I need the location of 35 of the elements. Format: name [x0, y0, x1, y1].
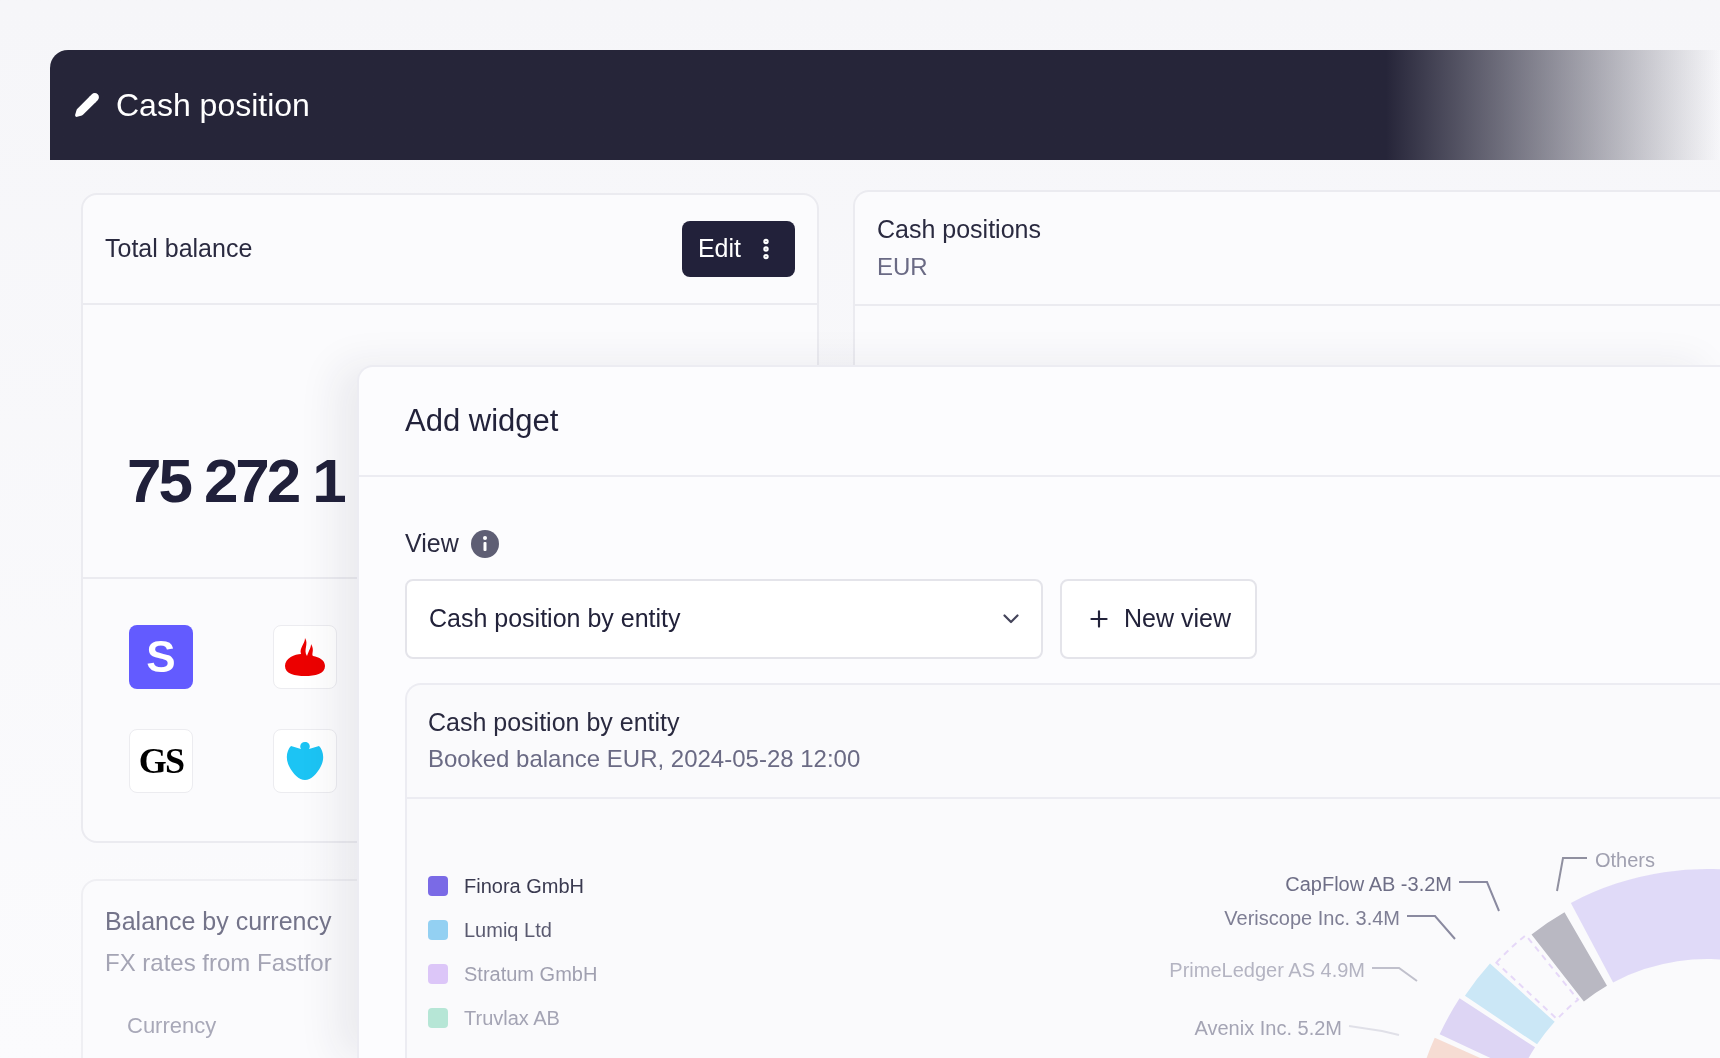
- new-view-button[interactable]: New view: [1060, 578, 1257, 659]
- field-label: View: [405, 528, 459, 559]
- chart-callout-label: Veriscope Inc. 3.4M: [1224, 905, 1400, 931]
- card-subtitle: EUR: [877, 251, 929, 282]
- chart-callout-label: Others: [1595, 847, 1656, 873]
- bank-logo: GS: [129, 729, 193, 793]
- legend-label: Lumiq Ltd: [464, 917, 552, 943]
- info-icon[interactable]: [470, 529, 499, 558]
- column-header: Currency: [127, 1011, 217, 1040]
- card-subtitle: FX rates from Fastfor: [105, 947, 332, 978]
- leader-line: [1556, 856, 1588, 892]
- leader-line: [1406, 914, 1456, 940]
- leader-line: [1348, 1024, 1400, 1036]
- chevron-down-icon: [1003, 613, 1019, 624]
- leader-line: [1458, 880, 1500, 912]
- card-title: Cash position by entity: [428, 706, 681, 738]
- bank-logo: S: [129, 625, 193, 689]
- eagle-logo-icon: [285, 740, 325, 782]
- total-amount: 75 272 1: [127, 445, 344, 517]
- legend-label: Stratum GmbH: [464, 961, 598, 987]
- edit-icon[interactable]: [74, 92, 100, 118]
- chart-callout-label: Avenix Inc. 5.2M: [1194, 1015, 1342, 1041]
- card-title: Balance by currency: [105, 906, 332, 937]
- card-subtitle: Booked balance EUR, 2024-05-28 12:00: [428, 744, 862, 775]
- legend-label: Finora GmbH: [464, 873, 585, 899]
- view-select[interactable]: Cash position by entity: [405, 578, 1043, 659]
- chart-callout-label: PrimeLedger AS 4.9M: [1169, 957, 1365, 983]
- legend-label: Truvlax AB: [464, 1005, 560, 1031]
- dialog-title: Add widget: [405, 401, 559, 440]
- card-title: Total balance: [105, 233, 253, 265]
- leader-line: [1371, 966, 1418, 982]
- edit-button[interactable]: Edit: [681, 221, 795, 277]
- page-title: Cash position: [116, 86, 310, 125]
- card-title: Cash positions: [877, 214, 1042, 246]
- chart-callout-label: CapFlow AB -3.2M: [1285, 871, 1452, 897]
